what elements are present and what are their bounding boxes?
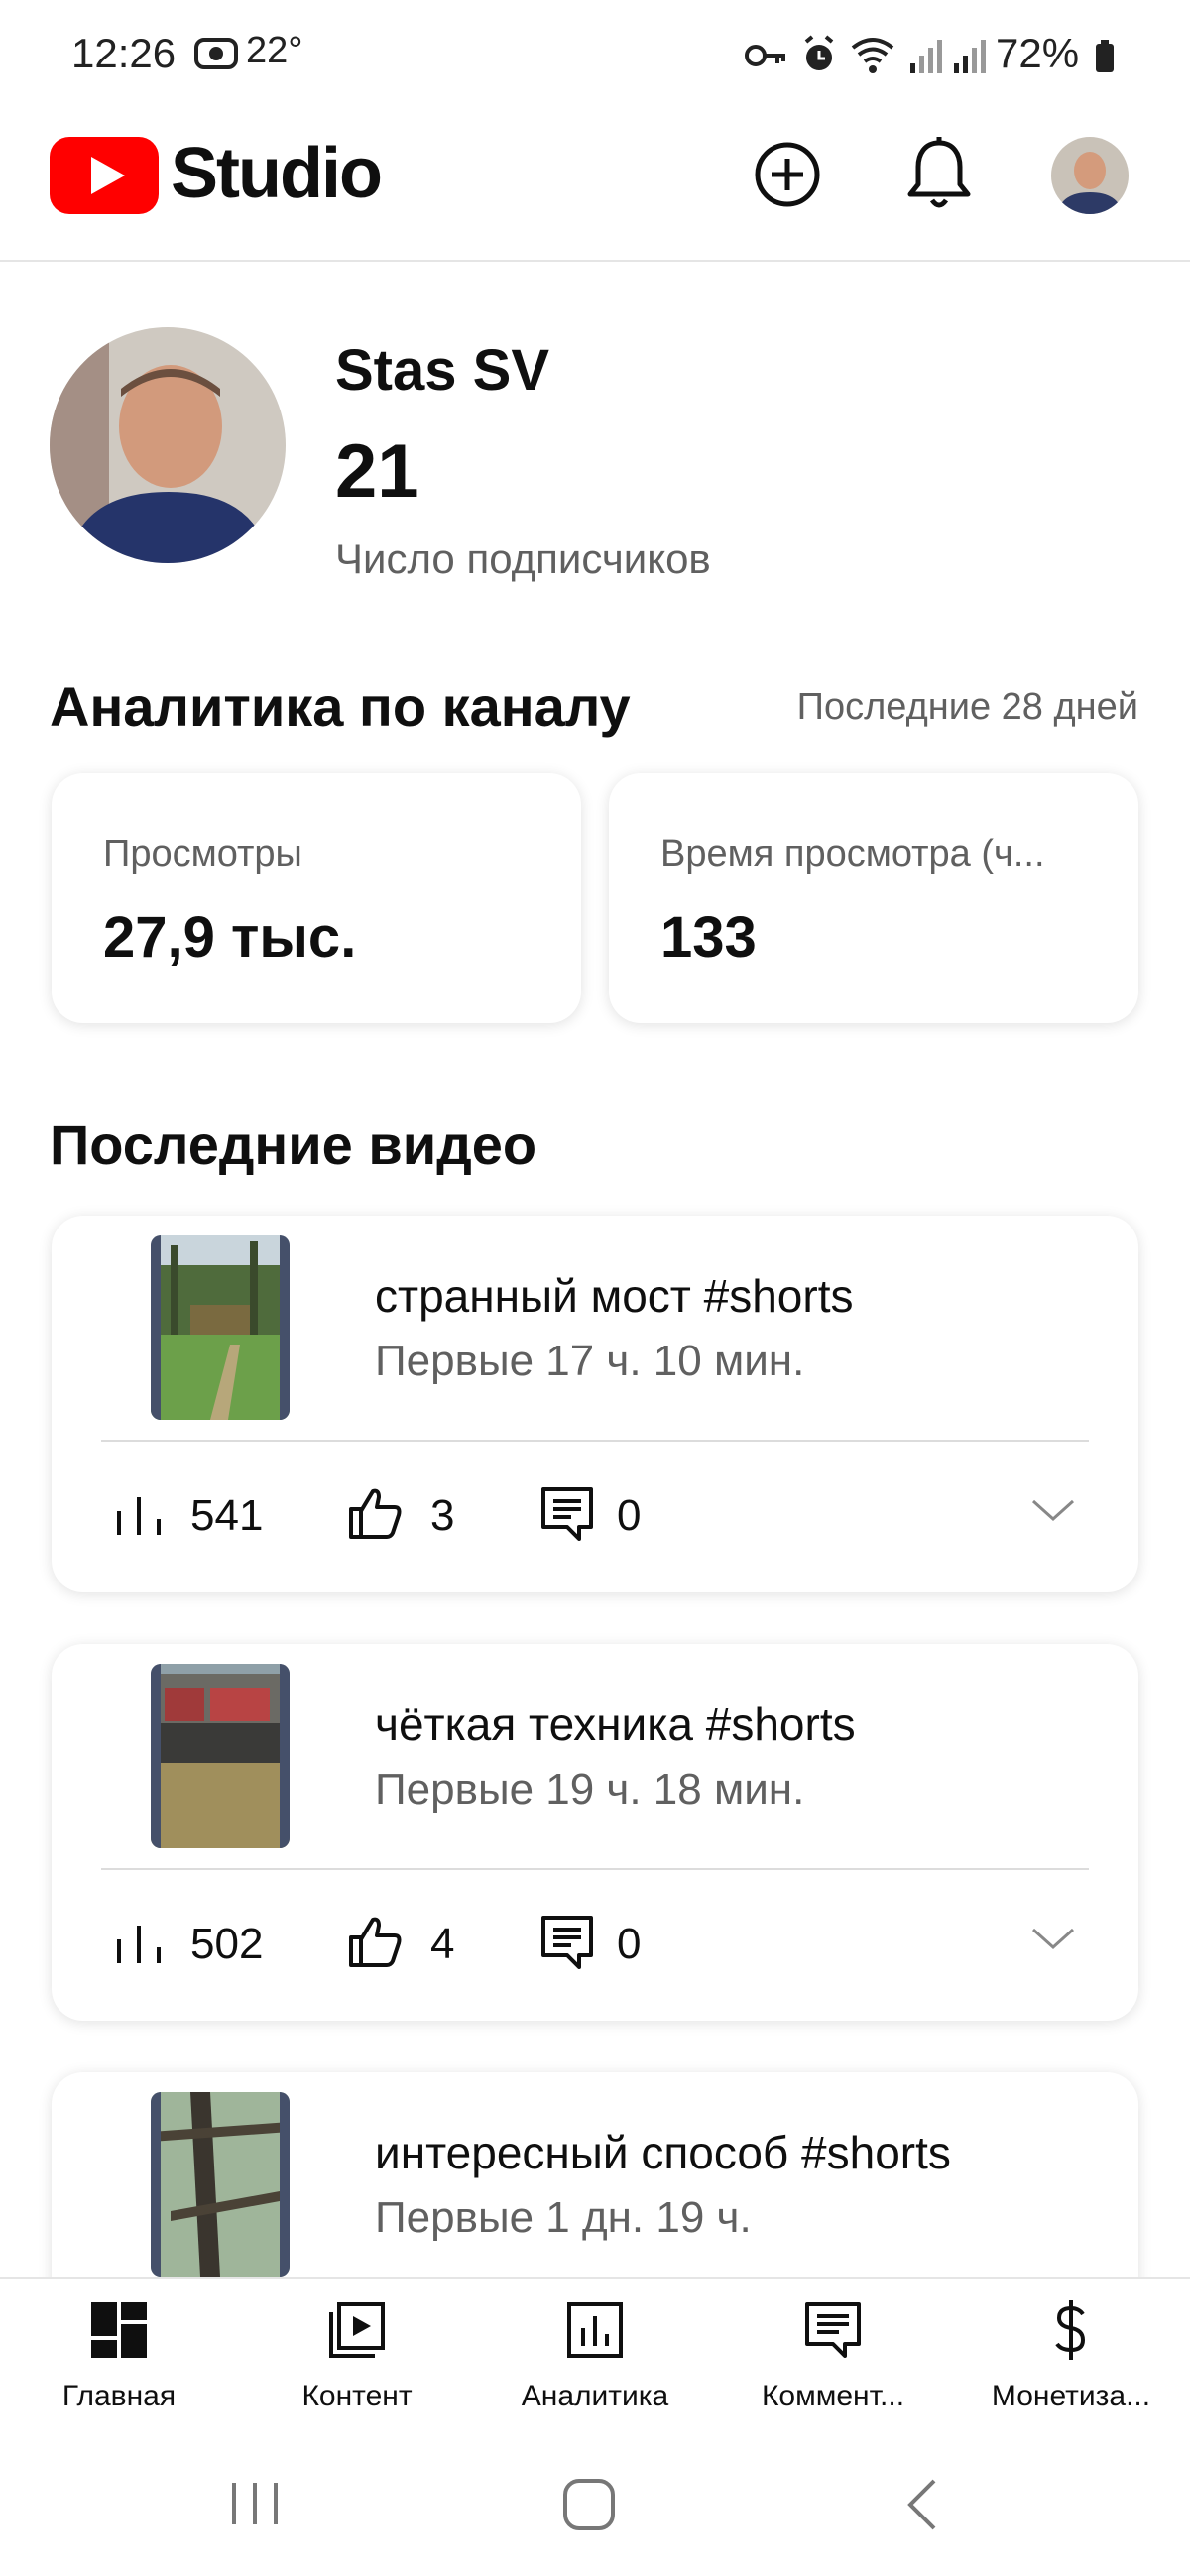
nav-label: Коммент...	[761, 2380, 905, 2412]
metric-label: Просмотры	[103, 833, 302, 875]
account-avatar[interactable]	[1051, 137, 1129, 214]
video-time: Первые 1 дн. 19 ч.	[375, 2193, 752, 2242]
dashboard-icon	[91, 2302, 147, 2358]
nav-label: Контент	[301, 2380, 413, 2412]
nav-label: Аналитика	[521, 2380, 669, 2412]
comments-icon	[541, 1487, 593, 1541]
like-icon	[349, 1917, 402, 1967]
comments-count: 0	[617, 1920, 642, 1968]
camera-icon	[194, 38, 238, 69]
monetization-icon	[1055, 2300, 1086, 2360]
video-card[interactable]: странный мост #shorts Первые 17 ч. 10 ми…	[52, 1216, 1138, 1592]
channel-avatar[interactable]	[50, 327, 286, 563]
metric-label: Время просмотра (ч...	[660, 833, 1045, 875]
home-icon[interactable]	[561, 2477, 617, 2532]
system-navigation-bar	[0, 2435, 1190, 2576]
analytics-title: Аналитика по каналу	[50, 675, 631, 738]
metric-card-watch-time[interactable]: Время просмотра (ч... 133	[609, 773, 1138, 1023]
wifi-icon	[851, 38, 894, 73]
video-thumbnail[interactable]	[151, 1235, 290, 1420]
metric-value: 27,9 тыс.	[103, 905, 357, 970]
likes-count: 4	[430, 1920, 455, 1968]
video-title: чёткая техника #shorts	[375, 1698, 856, 1750]
video-title: странный мост #shorts	[375, 1270, 854, 1322]
comments-icon	[541, 1916, 593, 1969]
youtube-logo-icon[interactable]	[50, 137, 159, 214]
views-count: 502	[190, 1920, 264, 1968]
analytics-period: Последние 28 дней	[796, 686, 1138, 728]
divider	[101, 1868, 1089, 1870]
likes-count: 3	[430, 1491, 455, 1540]
status-temperature: 22°	[246, 30, 303, 71]
chevron-down-icon[interactable]	[1031, 1924, 1075, 1953]
video-time: Первые 19 ч. 18 мин.	[375, 1765, 805, 1814]
video-thumbnail[interactable]	[151, 1664, 290, 1848]
views-icon	[117, 1497, 161, 1535]
notifications-icon[interactable]	[902, 135, 976, 214]
create-icon[interactable]	[750, 137, 825, 212]
analytics-icon	[567, 2302, 623, 2358]
status-time: 12:26	[71, 30, 177, 76]
status-battery: 72%	[996, 30, 1080, 76]
battery-icon	[1096, 40, 1114, 72]
comments-icon	[805, 2302, 861, 2358]
signal-icon	[954, 40, 986, 73]
subscriber-label: Число подписчиков	[335, 535, 711, 582]
views-icon	[117, 1926, 161, 1963]
app-bar: Studio	[0, 109, 1190, 262]
bottom-navigation: Главная Контент Аналитика Коммент... Мон…	[0, 2277, 1190, 2435]
divider	[101, 1440, 1089, 1442]
video-time: Первые 17 ч. 10 мин.	[375, 1337, 805, 1385]
metric-card-views[interactable]: Просмотры 27,9 тыс.	[52, 773, 581, 1023]
alarm-icon	[804, 35, 834, 70]
recent-videos-title: Последние видео	[50, 1113, 537, 1176]
back-icon[interactable]	[902, 2477, 942, 2532]
views-count: 541	[190, 1491, 264, 1540]
app-title: Studio	[171, 134, 383, 213]
signal-icon	[910, 40, 942, 73]
channel-name: Stas SV	[335, 338, 549, 403]
video-card[interactable]: чёткая техника #shorts Первые 19 ч. 18 м…	[52, 1644, 1138, 2021]
nav-item-monetization[interactable]: Монетиза...	[962, 2298, 1180, 2427]
nav-item-dashboard[interactable]: Главная	[10, 2298, 228, 2427]
nav-label: Главная	[61, 2380, 177, 2412]
key-icon	[745, 45, 785, 66]
video-title: интересный способ #shorts	[375, 2127, 951, 2178]
comments-count: 0	[617, 1491, 642, 1540]
nav-item-content[interactable]: Контент	[248, 2298, 466, 2427]
chevron-down-icon[interactable]	[1031, 1495, 1075, 1525]
nav-item-comments[interactable]: Коммент...	[724, 2298, 942, 2427]
nav-item-analytics[interactable]: Аналитика	[486, 2298, 704, 2427]
metric-value: 133	[660, 905, 757, 970]
recent-apps-icon[interactable]	[228, 2479, 282, 2528]
status-bar: 12:26 22° 72%	[0, 0, 1190, 109]
nav-label: Монетиза...	[991, 2380, 1151, 2412]
like-icon	[349, 1488, 402, 1539]
video-thumbnail[interactable]	[151, 2092, 290, 2277]
content-icon	[329, 2302, 385, 2358]
subscriber-count: 21	[335, 429, 419, 514]
